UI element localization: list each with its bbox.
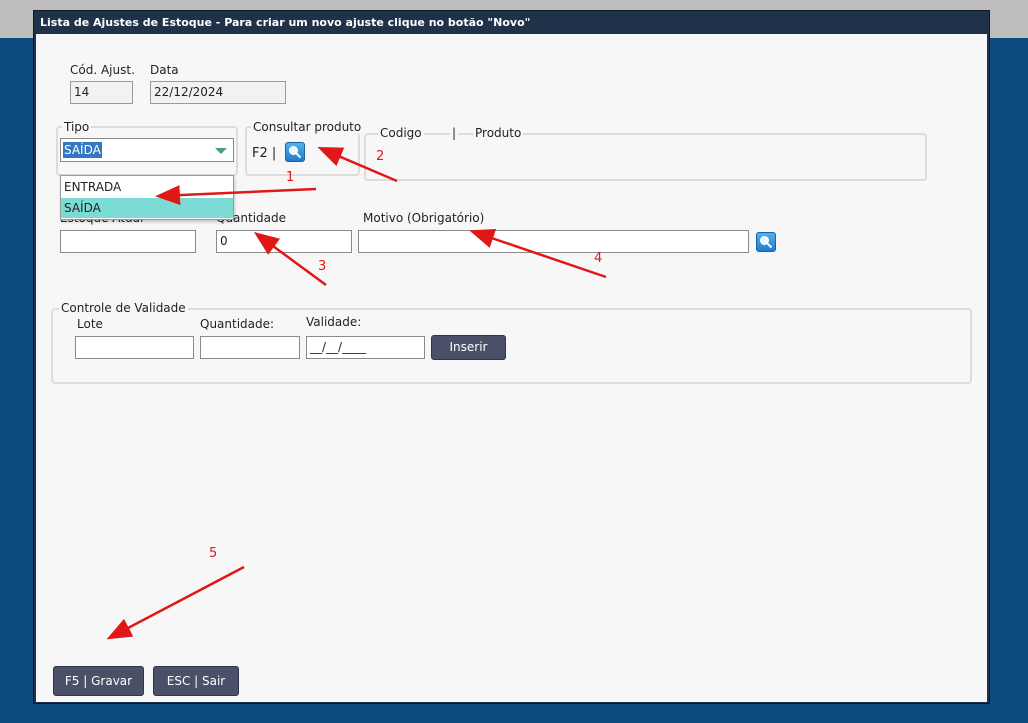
arrow-4 [469,228,607,279]
annotation-label-3: 3 [318,259,327,274]
annotation-label-1: 1 [286,170,295,185]
annotation-label-5: 5 [209,546,218,561]
arrow-1 [155,185,317,206]
annotation-arrows [106,147,607,640]
arrow-5 [106,565,245,640]
arrow-3 [253,232,327,287]
arrow-2 [317,147,398,183]
annotation-label-4: 4 [594,251,603,266]
annotation-label-2: 2 [376,149,385,164]
